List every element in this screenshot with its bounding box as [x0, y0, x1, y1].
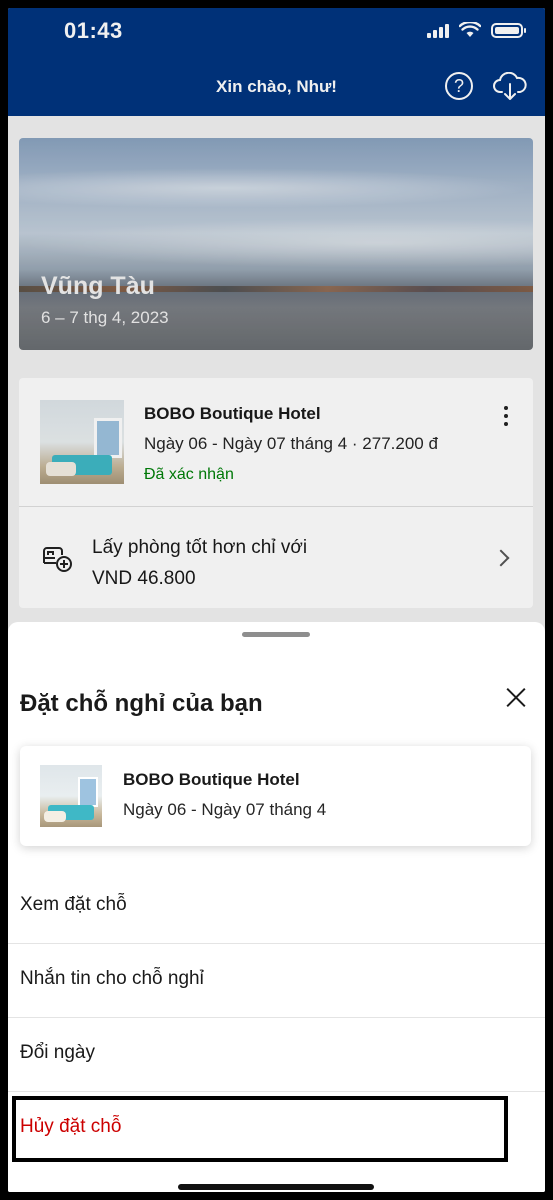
sheet-hotel-card: BOBO Boutique Hotel Ngày 06 - Ngày 07 th…	[20, 746, 531, 846]
sheet-title: Đặt chỗ nghỉ của bạn	[20, 690, 263, 717]
menu-item-view-booking[interactable]: Xem đặt chỗ	[8, 870, 545, 944]
dim-overlay[interactable]	[8, 8, 545, 636]
menu-item-label: Đổi ngày	[20, 1042, 95, 1063]
sheet-grabber[interactable]	[242, 632, 310, 637]
menu-item-change-dates[interactable]: Đổi ngày	[8, 1018, 545, 1092]
hotel-thumbnail	[40, 765, 102, 827]
sheet-hotel-name: BOBO Boutique Hotel	[123, 770, 300, 789]
booking-actions-sheet: Đặt chỗ nghỉ của bạn BOBO Boutique Hotel…	[8, 622, 545, 1192]
home-indicator[interactable]	[178, 1184, 374, 1190]
menu-item-label: Nhắn tin cho chỗ nghỉ	[20, 968, 204, 989]
phone-screen: 01:43 Xin chào, Như! ? Vũng Tàu 6 – 7 th…	[8, 8, 545, 1192]
menu-item-label: Xem đặt chỗ	[20, 894, 127, 915]
close-icon[interactable]	[503, 684, 529, 710]
menu-item-message-property[interactable]: Nhắn tin cho chỗ nghỉ	[8, 944, 545, 1018]
highlight-box	[12, 1096, 508, 1162]
sheet-hotel-dates: Ngày 06 - Ngày 07 tháng 4	[123, 800, 327, 819]
